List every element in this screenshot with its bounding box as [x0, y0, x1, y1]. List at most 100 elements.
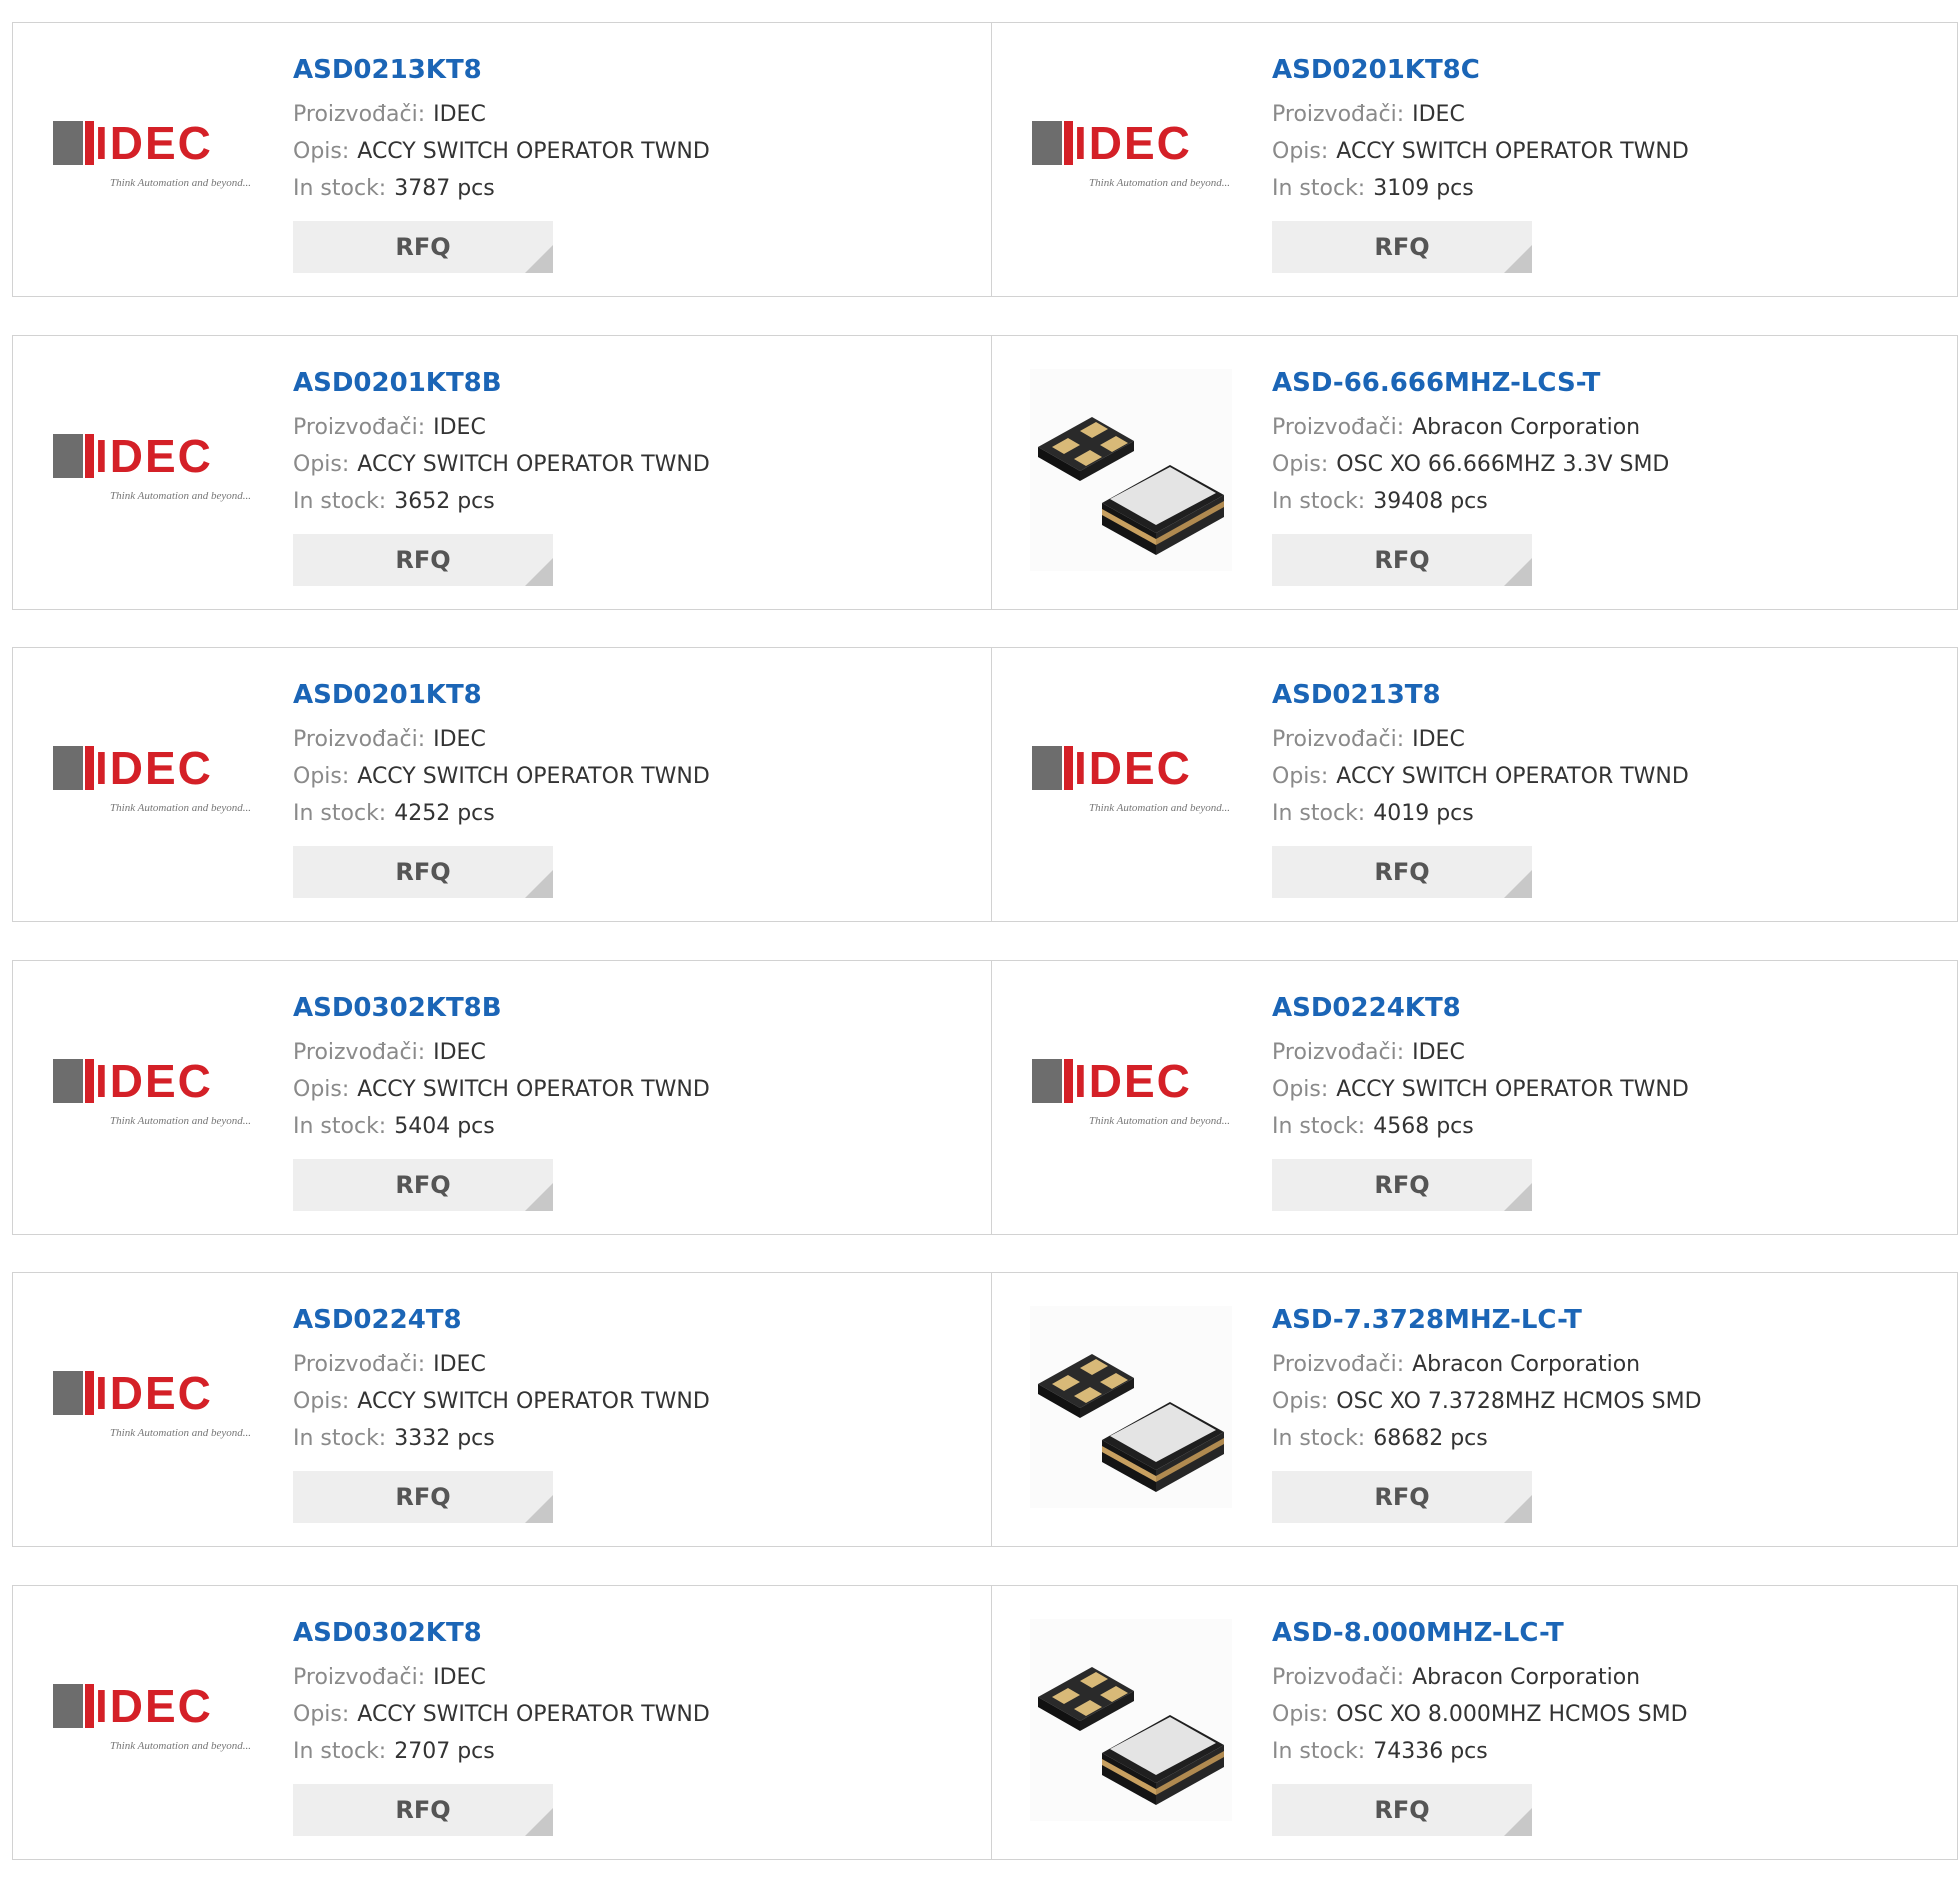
- product-info: ASD0224T8 Proizvođači: IDEC Opis: ACCY SWITC…: [293, 1303, 973, 1523]
- rfq-button[interactable]: RFQ: [293, 1471, 553, 1523]
- stock-line: In stock: 5404 pcs: [293, 1108, 973, 1145]
- manufacturer-value: IDEC: [1412, 102, 1465, 127]
- manufacturer-line: Proizvođači: IDEC: [293, 96, 973, 133]
- product-card: IDEC Think Automation and beyond... ASD0…: [13, 336, 991, 609]
- part-number-link[interactable]: ASD-8.000MHZ-LC-T: [1272, 1616, 1952, 1650]
- product-info: ASD0302KT8 Proizvođači: IDEC Opis: ACCY SWIT…: [293, 1616, 973, 1836]
- product-image[interactable]: IDEC Think Automation and beyond...: [51, 369, 253, 571]
- part-number-link[interactable]: ASD0302KT8B: [293, 991, 973, 1025]
- oscillator-icon: [1030, 368, 1232, 571]
- idec-logo-word: IDEC: [1074, 117, 1192, 169]
- stock-value: 4019 pcs: [1373, 801, 1474, 826]
- idec-logo-bar: [85, 1371, 94, 1415]
- manufacturer-label: Proizvođači:: [1272, 1664, 1405, 1690]
- stock-line: In stock: 4019 pcs: [1272, 795, 1952, 832]
- idec-logo: IDEC Think Automation and beyond...: [1030, 1051, 1232, 1139]
- product-image[interactable]: [1030, 368, 1232, 571]
- product-image[interactable]: IDEC Think Automation and beyond...: [51, 56, 253, 258]
- description-label: Opis:: [1272, 1701, 1329, 1727]
- description-line: Opis: ACCY SWITCH OPERATOR TWND: [293, 1696, 973, 1733]
- rfq-button-label: RFQ: [1374, 233, 1430, 261]
- manufacturer-label: Proizvođači:: [1272, 102, 1405, 127]
- product-row: IDEC Think Automation and beyond... ASD0…: [12, 647, 1958, 922]
- product-info: ASD0213T8 Proizvođači: IDEC Opis: ACCY SWITC…: [1272, 678, 1952, 898]
- rfq-corner-decoration: [525, 245, 553, 273]
- part-number-link[interactable]: ASD0213KT8: [293, 53, 973, 87]
- rfq-button[interactable]: RFQ: [1272, 221, 1532, 273]
- product-image[interactable]: [1030, 1618, 1232, 1821]
- rfq-button[interactable]: RFQ: [293, 1158, 553, 1211]
- part-number-link[interactable]: ASD0201KT8: [293, 678, 973, 712]
- rfq-button-label: RFQ: [1374, 545, 1430, 574]
- idec-logo-word: IDEC: [1074, 742, 1192, 794]
- part-number-link[interactable]: ASD-7.3728MHZ-LC-T: [1272, 1303, 1952, 1337]
- idec-logo-tagline: Think Automation and beyond...: [110, 1114, 251, 1127]
- product-card: IDEC Think Automation and beyond... ASD0…: [13, 23, 991, 296]
- product-row: IDEC Think Automation and beyond... ASD0…: [12, 1272, 1958, 1547]
- part-number-link[interactable]: ASD-66.666MHZ-LCS-T: [1272, 366, 1952, 400]
- manufacturer-label: Proizvođači:: [293, 1039, 426, 1065]
- product-image[interactable]: IDEC Think Automation and beyond...: [51, 1619, 253, 1821]
- product-image[interactable]: IDEC Think Automation and beyond...: [51, 1306, 253, 1508]
- rfq-button[interactable]: RFQ: [1272, 1783, 1532, 1836]
- description-value: ACCY SWITCH OPERATOR TWND: [357, 451, 710, 477]
- rfq-button[interactable]: RFQ: [1272, 1471, 1532, 1523]
- product-image[interactable]: IDEC Think Automation and beyond...: [1030, 994, 1232, 1196]
- part-number-link[interactable]: ASD0213T8: [1272, 678, 1952, 712]
- rfq-button[interactable]: RFQ: [1272, 846, 1532, 898]
- part-number-link[interactable]: ASD0201KT8C: [1272, 53, 1952, 87]
- rfq-button-label: RFQ: [395, 858, 451, 886]
- rfq-button[interactable]: RFQ: [293, 221, 553, 273]
- description-line: Opis: ACCY SWITCH OPERATOR TWND: [1272, 133, 1952, 170]
- description-value: ACCY SWITCH OPERATOR TWND: [357, 1076, 710, 1102]
- rfq-button[interactable]: RFQ: [293, 533, 553, 586]
- rfq-button-label: RFQ: [1374, 858, 1430, 886]
- manufacturer-value: IDEC: [433, 1039, 486, 1065]
- part-number-link[interactable]: ASD0201KT8B: [293, 366, 973, 400]
- idec-logo: IDEC Think Automation and beyond...: [51, 1051, 253, 1139]
- description-line: Opis: ACCY SWITCH OPERATOR TWND: [293, 133, 973, 170]
- idec-logo-tagline: Think Automation and beyond...: [1089, 177, 1230, 189]
- rfq-corner-decoration: [525, 1182, 553, 1211]
- manufacturer-line: Proizvođači: IDEC: [293, 1659, 973, 1696]
- manufacturer-label: Proizvođači:: [293, 414, 426, 440]
- rfq-button[interactable]: RFQ: [1272, 533, 1532, 586]
- product-row: IDEC Think Automation and beyond... ASD0…: [12, 1584, 1958, 1860]
- idec-logo-word: IDEC: [95, 1367, 213, 1419]
- description-value: ACCY SWITCH OPERATOR TWND: [357, 139, 710, 164]
- description-label: Opis:: [293, 139, 350, 164]
- stock-value: 3787 pcs: [394, 176, 495, 201]
- description-line: Opis: OSC XO 7.3728MHZ HCMOS SMD: [1272, 1383, 1952, 1420]
- idec-logo-word: IDEC: [95, 429, 213, 482]
- product-image[interactable]: IDEC Think Automation and beyond...: [1030, 681, 1232, 883]
- rfq-button[interactable]: RFQ: [1272, 1158, 1532, 1211]
- manufacturer-label: Proizvođači:: [293, 1352, 426, 1377]
- rfq-corner-decoration: [525, 870, 553, 898]
- description-label: Opis:: [1272, 451, 1329, 477]
- product-card: IDEC Think Automation and beyond... ASD0…: [13, 1273, 991, 1546]
- description-line: Opis: ACCY SWITCH OPERATOR TWND: [293, 1383, 973, 1420]
- idec-logo-bar: [85, 1058, 94, 1103]
- stock-label: In stock:: [293, 1113, 387, 1139]
- product-image[interactable]: IDEC Think Automation and beyond...: [51, 681, 253, 883]
- stock-value: 4568 pcs: [1373, 1113, 1474, 1139]
- product-row: IDEC Think Automation and beyond... ASD0…: [12, 334, 1958, 610]
- manufacturer-line: Proizvođači: Abracon Corporation: [1272, 1659, 1952, 1696]
- idec-logo-tagline: Think Automation and beyond...: [110, 1427, 251, 1439]
- product-image[interactable]: IDEC Think Automation and beyond...: [1030, 56, 1232, 258]
- rfq-button[interactable]: RFQ: [293, 846, 553, 898]
- part-number-link[interactable]: ASD0224T8: [293, 1303, 973, 1337]
- part-number-link[interactable]: ASD0302KT8: [293, 1616, 973, 1650]
- description-line: Opis: ACCY SWITCH OPERATOR TWND: [1272, 758, 1952, 795]
- description-label: Opis:: [1272, 1076, 1329, 1102]
- stock-value: 74336 pcs: [1373, 1738, 1488, 1764]
- rfq-corner-decoration: [525, 1495, 553, 1523]
- rfq-corner-decoration: [525, 1807, 553, 1836]
- product-image[interactable]: IDEC Think Automation and beyond...: [51, 994, 253, 1196]
- rfq-button[interactable]: RFQ: [293, 1783, 553, 1836]
- product-info: ASD-66.666MHZ-LCS-T Proizvođači: Abracon C…: [1272, 366, 1952, 586]
- stock-value: 2707 pcs: [394, 1738, 495, 1764]
- idec-logo: IDEC Think Automation and beyond...: [1030, 113, 1232, 201]
- product-image[interactable]: [1030, 1306, 1232, 1508]
- part-number-link[interactable]: ASD0224KT8: [1272, 991, 1952, 1025]
